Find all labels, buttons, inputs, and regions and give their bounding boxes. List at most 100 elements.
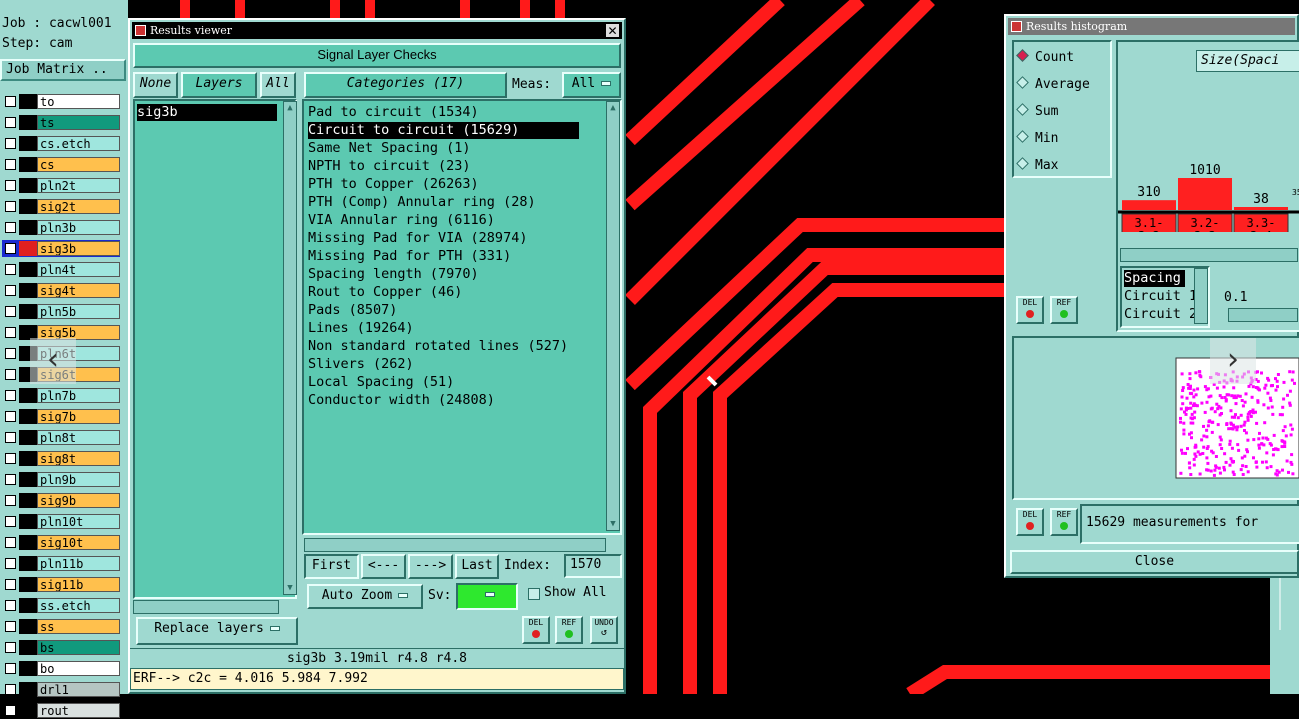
layer-checkbox[interactable]	[5, 663, 16, 674]
prev-slide-icon[interactable]: ‹	[30, 338, 76, 384]
show-all-checkbox[interactable]	[528, 588, 540, 600]
layer-row-cs.etch[interactable]: cs.etch	[2, 135, 120, 152]
layer-checkbox[interactable]	[5, 138, 16, 149]
meas-dropdown[interactable]: All	[562, 72, 621, 98]
layer-row-bo[interactable]: bo	[2, 660, 120, 677]
layer-checkbox[interactable]	[5, 159, 16, 170]
close-icon[interactable]: ✕	[605, 23, 620, 38]
layer-row-pln3b[interactable]: pln3b	[2, 219, 120, 236]
layer-checkbox[interactable]	[5, 285, 16, 296]
hist-ref-button[interactable]: REF	[1050, 296, 1078, 324]
layer-checkbox[interactable]	[5, 642, 16, 653]
category-item[interactable]: Same Net Spacing (1)	[308, 140, 471, 157]
category-item[interactable]: Missing Pad for PTH (331)	[308, 248, 511, 265]
window-menu-icon[interactable]	[1011, 21, 1022, 32]
hist-del-button[interactable]: DEL	[1016, 296, 1044, 324]
category-item[interactable]: Local Spacing (51)	[308, 374, 454, 391]
layer-checkbox[interactable]	[5, 348, 16, 359]
category-item[interactable]: Conductor width (24808)	[308, 392, 495, 409]
categories-hscroll[interactable]	[304, 538, 606, 552]
close-button[interactable]: Close	[1010, 550, 1299, 574]
histogram-listbox[interactable]: Spacing Circuit 1 Circuit 2	[1120, 266, 1210, 328]
category-item[interactable]: PTH to Copper (26263)	[308, 176, 479, 193]
histogram-hscroll[interactable]	[1120, 248, 1298, 262]
layer-row-sig8t[interactable]: sig8t	[2, 450, 120, 467]
categories-button[interactable]: Categories (17)	[304, 72, 507, 98]
option-min[interactable]: Min	[1016, 129, 1058, 149]
layer-checkbox[interactable]	[5, 579, 16, 590]
layer-row-pln11b[interactable]: pln11b	[2, 555, 120, 572]
none-button[interactable]: None	[133, 72, 178, 98]
scroll-down-icon[interactable]: ▼	[607, 518, 619, 530]
category-item[interactable]: Circuit to circuit (15629)	[308, 122, 580, 139]
layer-row-rout[interactable]: rout	[2, 702, 120, 719]
layer-row-sig4t[interactable]: sig4t	[2, 282, 120, 299]
index-field[interactable]: 1570	[564, 554, 622, 578]
layer-row-pln10t[interactable]: pln10t	[2, 513, 120, 530]
layer-checkbox[interactable]	[5, 180, 16, 191]
next-slide-icon[interactable]: ›	[1210, 338, 1256, 384]
layer-checkbox[interactable]	[5, 474, 16, 485]
auto-zoom-dropdown[interactable]: Auto Zoom	[307, 584, 423, 609]
layers-button[interactable]: Layers	[181, 72, 257, 98]
histogram-titlebar[interactable]: Results histogram	[1008, 18, 1295, 35]
category-item[interactable]: Pads (8507)	[308, 302, 397, 319]
scroll-down-icon[interactable]: ▼	[284, 582, 296, 594]
category-item[interactable]: Rout to Copper (46)	[308, 284, 462, 301]
job-matrix-button[interactable]: Job Matrix ..	[0, 59, 126, 81]
layers-listbox[interactable]: sig3b ▲ ▼	[133, 99, 297, 599]
layer-row-sig10t[interactable]: sig10t	[2, 534, 120, 551]
first-button[interactable]: First	[304, 554, 359, 579]
categories-listbox[interactable]: Pad to circuit (1534) Circuit to circuit …	[302, 99, 622, 535]
layer-checkbox[interactable]	[5, 453, 16, 464]
layer-checkbox[interactable]	[5, 390, 16, 401]
layer-checkbox[interactable]	[5, 369, 16, 380]
layer-item-sig3b[interactable]: sig3b	[137, 104, 277, 121]
layer-checkbox[interactable]	[5, 537, 16, 548]
layer-row-sig3b[interactable]: sig3b	[2, 240, 120, 257]
layer-checkbox[interactable]	[5, 264, 16, 275]
category-item[interactable]: Slivers (262)	[308, 356, 414, 373]
histogram-bar[interactable]	[1234, 207, 1288, 210]
layer-row-pln9b[interactable]: pln9b	[2, 471, 120, 488]
layer-row-sig9b[interactable]: sig9b	[2, 492, 120, 509]
layer-row-ss.etch[interactable]: ss.etch	[2, 597, 120, 614]
layer-row-sig2t[interactable]: sig2t	[2, 198, 120, 215]
sv-color-dropdown[interactable]	[456, 583, 518, 610]
scroll-up-icon[interactable]: ▲	[284, 102, 296, 114]
layer-checkbox[interactable]	[5, 327, 16, 338]
category-item[interactable]: NPTH to circuit (23)	[308, 158, 471, 175]
histogram-list-item[interactable]: Circuit 2	[1124, 306, 1197, 323]
category-item[interactable]: Lines (19264)	[308, 320, 414, 337]
option-average[interactable]: Average	[1016, 75, 1090, 95]
layers-hscroll[interactable]	[133, 600, 279, 614]
layer-row-drl1[interactable]: drl1	[2, 681, 120, 698]
layer-checkbox[interactable]	[5, 684, 16, 695]
layer-checkbox[interactable]	[5, 705, 16, 716]
hist-list-vscroll[interactable]	[1194, 268, 1208, 324]
layer-checkbox[interactable]	[5, 306, 16, 317]
layer-checkbox[interactable]	[5, 243, 16, 254]
layers-vscroll[interactable]: ▲ ▼	[283, 101, 297, 595]
ref-button[interactable]: REF	[555, 616, 583, 644]
preview-ref-button[interactable]: REF	[1050, 508, 1078, 536]
layer-checkbox[interactable]	[5, 516, 16, 527]
layer-row-to[interactable]: to	[2, 93, 120, 110]
prev-button[interactable]: <---	[361, 554, 406, 579]
category-item[interactable]: PTH (Comp) Annular ring (28)	[308, 194, 536, 211]
layer-row-ss[interactable]: ss	[2, 618, 120, 635]
preview-del-button[interactable]: DEL	[1016, 508, 1044, 536]
layer-row-sig7b[interactable]: sig7b	[2, 408, 120, 425]
category-item[interactable]: Spacing length (7970)	[308, 266, 479, 283]
all-layers-button[interactable]: All	[260, 72, 296, 98]
window-menu-icon[interactable]	[135, 25, 146, 36]
option-count[interactable]: Count	[1016, 48, 1074, 68]
layer-row-pln7b[interactable]: pln7b	[2, 387, 120, 404]
option-sum[interactable]: Sum	[1016, 102, 1058, 122]
undo-button[interactable]: UNDO ↺	[590, 616, 618, 644]
layer-row-pln5b[interactable]: pln5b	[2, 303, 120, 320]
histogram-bar[interactable]	[1178, 178, 1232, 210]
next-button[interactable]: --->	[408, 554, 453, 579]
layer-checkbox[interactable]	[5, 96, 16, 107]
layer-row-cs[interactable]: cs	[2, 156, 120, 173]
